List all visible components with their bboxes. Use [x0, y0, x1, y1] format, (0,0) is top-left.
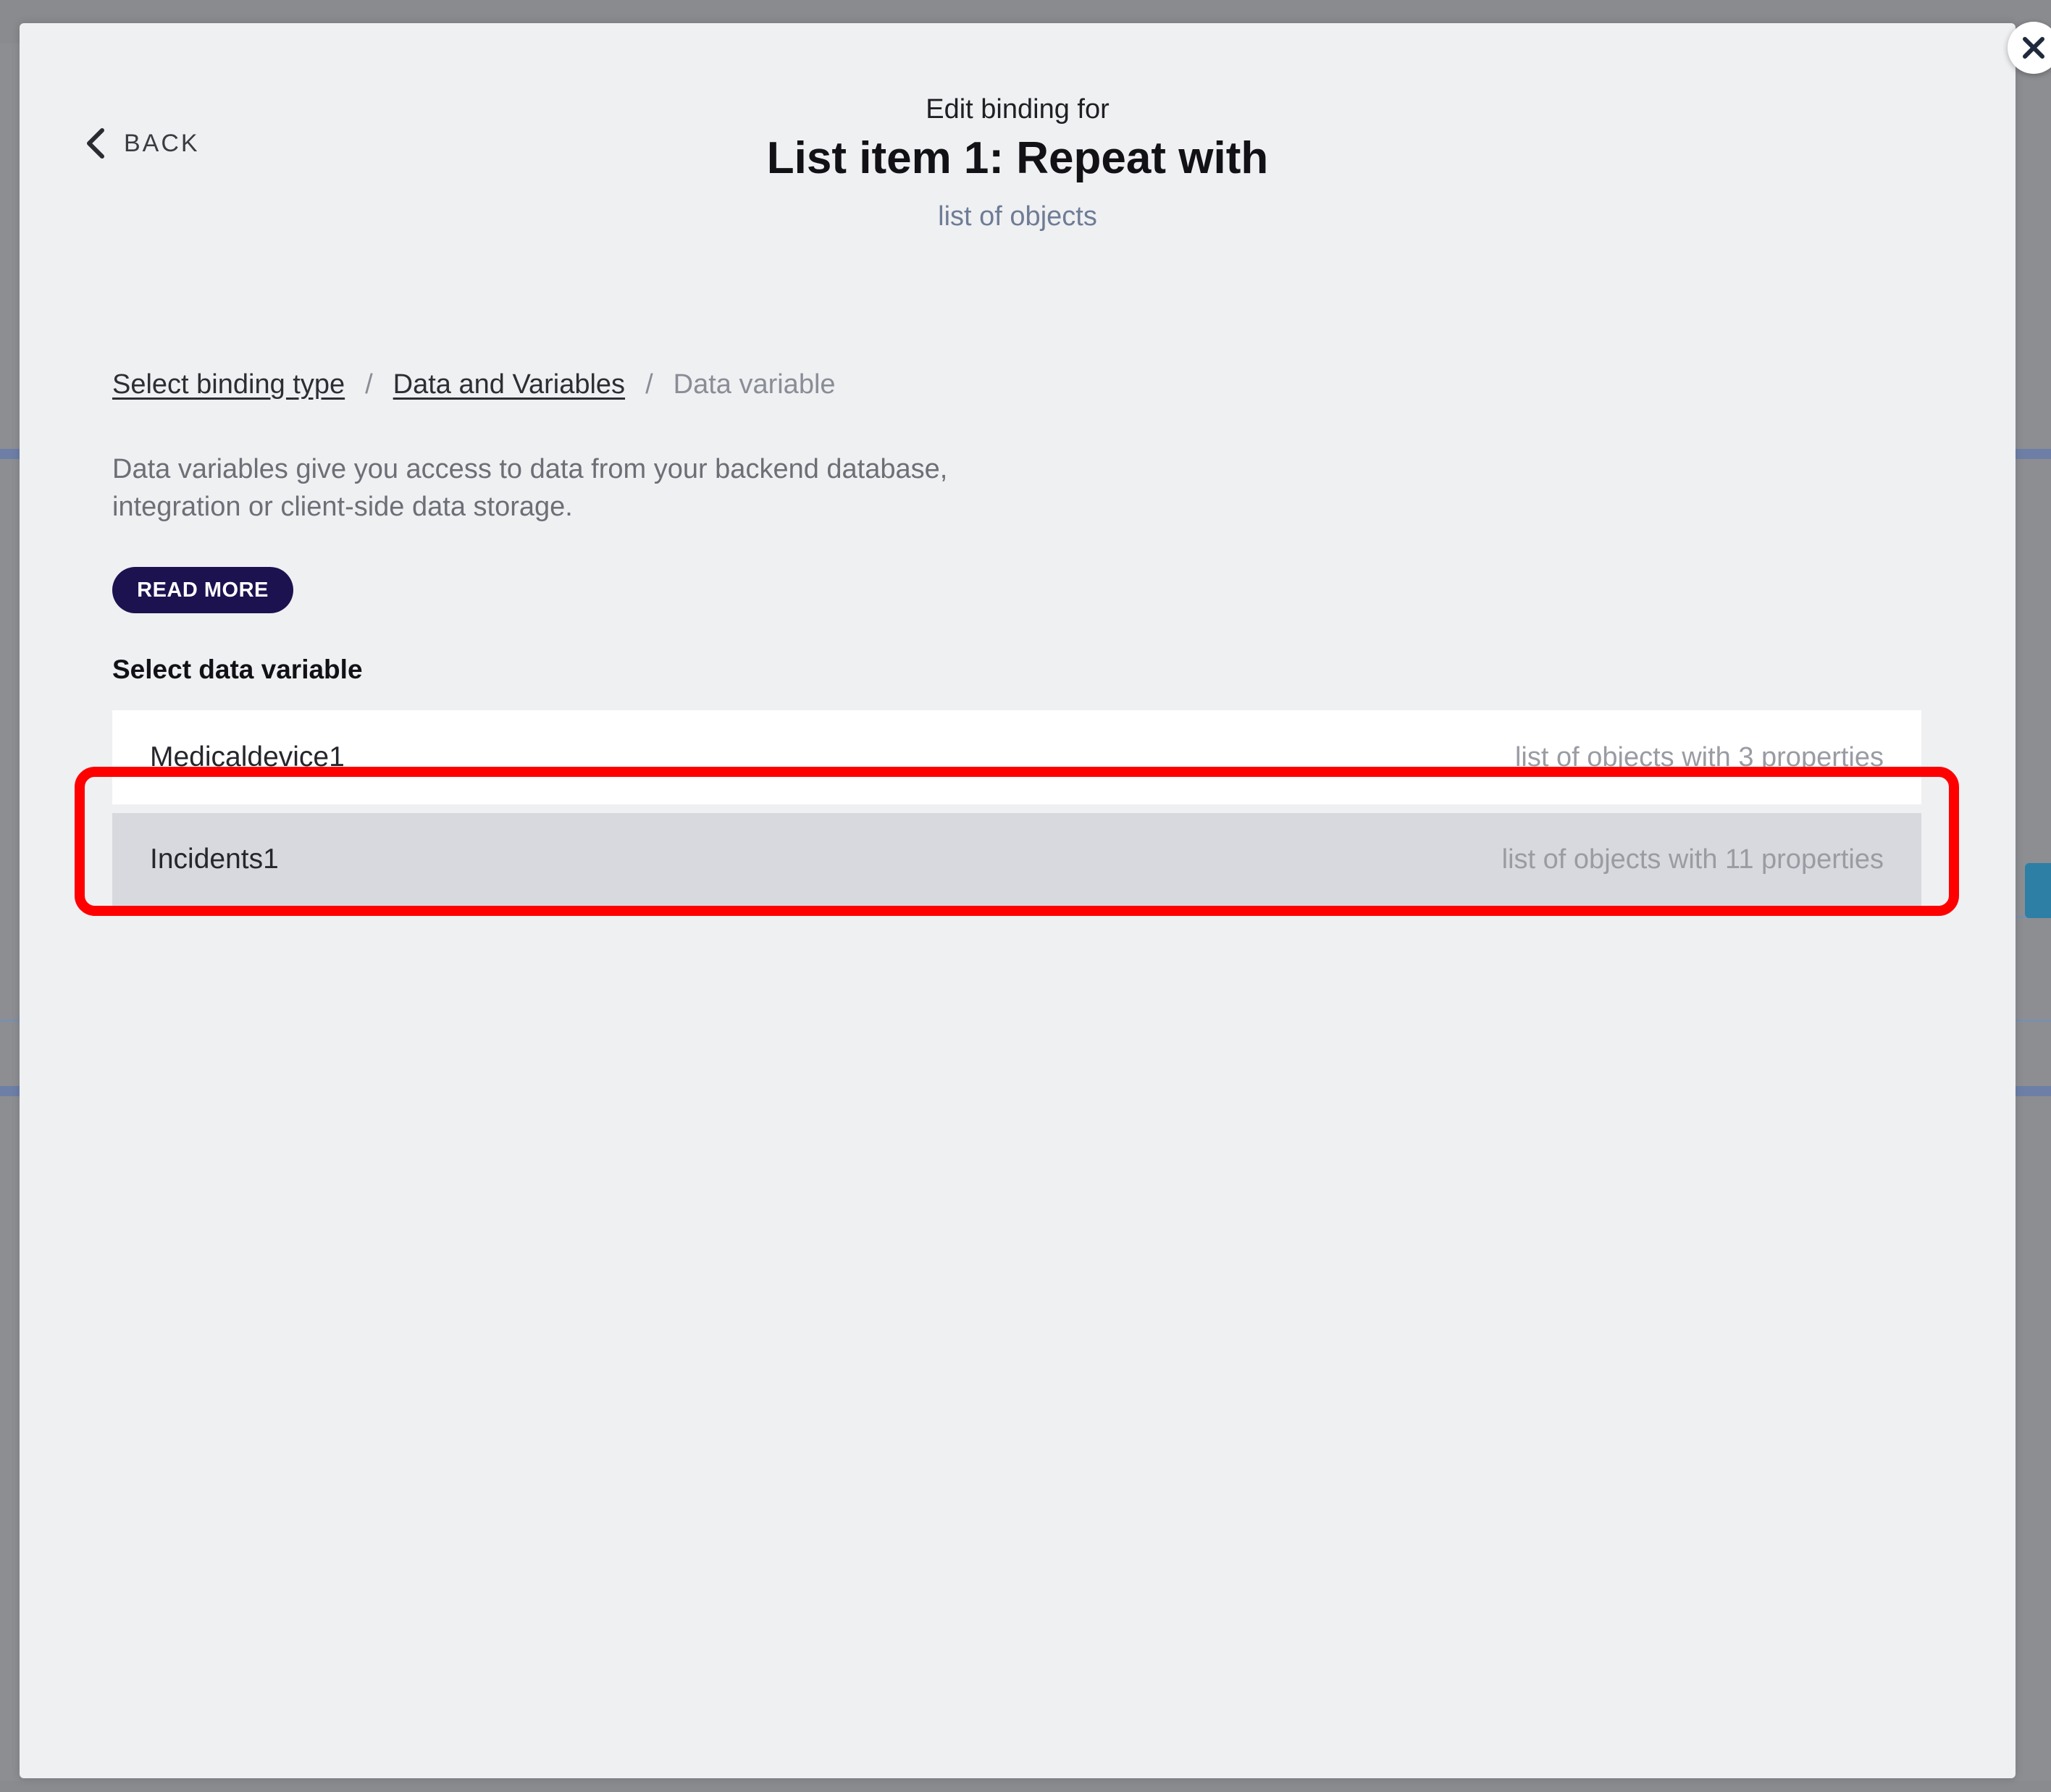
close-button[interactable]: [2008, 22, 2051, 74]
breadcrumb-data-and-variables[interactable]: Data and Variables: [393, 369, 625, 400]
breadcrumb: Select binding type / Data and Variables…: [112, 369, 836, 400]
read-more-button[interactable]: READ MORE: [112, 567, 293, 613]
modal-header: Edit binding for List item 1: Repeat wit…: [20, 96, 2016, 230]
breadcrumb-separator: /: [365, 369, 373, 400]
background-divider: [2015, 1019, 2051, 1022]
section-label: Select data variable: [112, 655, 363, 684]
variable-list: Medicaldevice1 list of objects with 3 pr…: [112, 710, 1921, 906]
description-line: integration or client-side data storage.: [112, 492, 573, 522]
description: Data variables give you access to data f…: [112, 450, 1126, 526]
background-divider: [2015, 449, 2051, 459]
background-button: [2025, 863, 2051, 918]
background-divider: [0, 1019, 20, 1022]
variable-name: Incidents1: [150, 844, 279, 875]
header-pre-title: Edit binding for: [926, 94, 1110, 125]
header-subtitle: list of objects: [938, 201, 1097, 232]
background-divider: [0, 449, 20, 459]
edit-binding-modal: BACK Edit binding for List item 1: Repea…: [20, 22, 2051, 1778]
variable-type: list of objects with 11 properties: [1501, 844, 1884, 875]
description-line: Data variables give you access to data f…: [112, 454, 948, 484]
breadcrumb-select-binding-type[interactable]: Select binding type: [112, 369, 345, 400]
breadcrumb-separator: /: [645, 369, 653, 400]
close-icon: [2023, 37, 2044, 59]
page-title: List item 1: Repeat with: [766, 133, 1269, 183]
variable-item-incidents1[interactable]: Incidents1 list of objects with 11 prope…: [112, 813, 1921, 906]
breadcrumb-current: Data variable: [673, 369, 836, 400]
background-divider: [2015, 1086, 2051, 1096]
variable-name: Medicaldevice1: [150, 741, 345, 773]
variable-type: list of objects with 3 properties: [1514, 741, 1884, 773]
variable-item-medicaldevice1[interactable]: Medicaldevice1 list of objects with 3 pr…: [112, 710, 1921, 804]
background-app-left: [0, 43, 20, 1781]
background-divider: [0, 1086, 20, 1096]
